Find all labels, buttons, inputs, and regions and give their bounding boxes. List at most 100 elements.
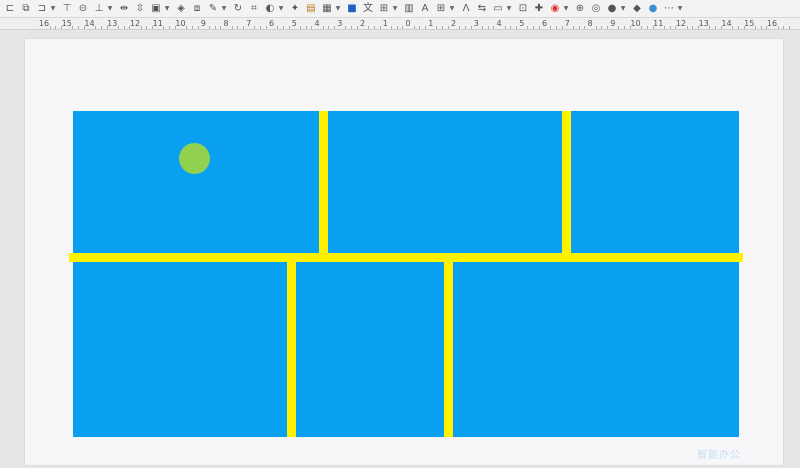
- theme-icon[interactable]: ◎: [589, 2, 603, 16]
- ruler-tick: [447, 26, 449, 29]
- ruler-tick: [95, 26, 97, 29]
- ruler-tick: [379, 26, 381, 29]
- ruler-tick: [601, 26, 603, 29]
- ruler-label: 11: [152, 19, 163, 28]
- wordart-icon[interactable]: A: [418, 2, 432, 16]
- animation-icon[interactable]: ✚: [532, 2, 546, 16]
- circle-icon[interactable]: ●: [646, 2, 660, 16]
- table-icon[interactable]: ⊞: [434, 2, 448, 16]
- crop-icon[interactable]: ⌗: [247, 2, 261, 16]
- ruler-tick: [737, 26, 739, 29]
- chart-icon[interactable]: ▥: [402, 2, 416, 16]
- vertical-divider-line-bottom-1[interactable]: [287, 257, 296, 437]
- copy-icon[interactable]: ⧉: [19, 2, 33, 16]
- align-middle-icon[interactable]: ⊝: [76, 2, 90, 16]
- ruler-label: 12: [129, 19, 141, 28]
- dropdown-arrow-icon[interactable]: ▼: [50, 2, 56, 16]
- distribute-h-icon[interactable]: ⇹: [117, 2, 131, 16]
- ruler-tick: [504, 26, 506, 29]
- slide-canvas[interactable]: 智能办公: [24, 38, 784, 466]
- align-left-icon[interactable]: ⊏: [3, 2, 17, 16]
- ruler-tick: [578, 26, 580, 29]
- ruler-tick: [305, 26, 307, 29]
- vertical-divider-line-bottom-2[interactable]: [444, 257, 453, 437]
- spacing-icon[interactable]: Ʌ: [459, 2, 473, 16]
- ruler-tick: [777, 26, 779, 29]
- dropdown-arrow-icon[interactable]: ▼: [449, 2, 455, 16]
- ruler-tick: [191, 26, 193, 29]
- ruler-tick: [237, 26, 239, 29]
- dropdown-arrow-icon[interactable]: ▼: [278, 2, 284, 16]
- distribute-v-icon[interactable]: ⇳: [133, 2, 147, 16]
- ruler-tick: [277, 26, 279, 29]
- vertical-divider-line-top-1[interactable]: [319, 111, 328, 257]
- ruler-tick: [561, 26, 563, 29]
- ruler-tick: [390, 26, 392, 29]
- vertical-divider-line-top-2[interactable]: [562, 111, 571, 257]
- effects-icon[interactable]: ✦: [288, 2, 302, 16]
- ruler-tick: [368, 26, 370, 29]
- shape-fill-icon[interactable]: ◈: [174, 2, 188, 16]
- dropdown-arrow-icon[interactable]: ▼: [392, 2, 398, 16]
- picture-icon[interactable]: ▦: [320, 2, 334, 16]
- dropdown-arrow-icon[interactable]: ▼: [335, 2, 341, 16]
- text-icon[interactable]: 文: [361, 2, 375, 16]
- ruler-tick: [254, 26, 256, 29]
- align-top-icon[interactable]: ⊤: [60, 2, 74, 16]
- image-icon[interactable]: ▤: [304, 2, 318, 16]
- more-icon[interactable]: ⋯: [662, 2, 676, 16]
- dropdown-arrow-icon[interactable]: ▼: [506, 2, 512, 16]
- dropdown-arrow-icon[interactable]: ▼: [164, 2, 170, 16]
- ruler-label: 13: [107, 19, 118, 28]
- ruler-label: 1: [382, 19, 388, 28]
- eyedropper-icon[interactable]: ✎: [206, 2, 220, 16]
- ruler-label: 10: [175, 19, 186, 28]
- blue-panel-shape[interactable]: [69, 111, 743, 437]
- record-icon[interactable]: ◉: [548, 2, 562, 16]
- ruler-tick: [481, 26, 483, 29]
- arrange-icon[interactable]: ⧈: [190, 2, 204, 16]
- ruler-label: 15: [744, 19, 755, 28]
- dropdown-arrow-icon[interactable]: ▼: [563, 2, 569, 16]
- horizontal-ruler[interactable]: 16 15 14 13 12 11 10 9 8 7 6 5 4 3 2 1 0 1 2 3 4 5 6 7 8 9 10 11 12 1…: [0, 18, 800, 30]
- transition-icon[interactable]: ⊡: [516, 2, 530, 16]
- green-circle-shape[interactable]: [179, 143, 210, 174]
- ruler-label: 3: [473, 19, 479, 28]
- group-icon[interactable]: ▣: [149, 2, 163, 16]
- ruler-tick: [442, 26, 444, 29]
- ruler-label: 16: [38, 19, 50, 28]
- ruler-tick: [55, 26, 57, 29]
- ruler-tick: [572, 26, 574, 29]
- ruler-tick: [692, 26, 694, 29]
- dropdown-arrow-icon[interactable]: ▼: [620, 2, 626, 16]
- dropdown-arrow-icon[interactable]: ▼: [677, 2, 683, 16]
- ruler-tick: [555, 26, 557, 29]
- textbox-icon[interactable]: ⊞: [377, 2, 391, 16]
- ruler-tick: [288, 26, 290, 29]
- ruler-tick: [282, 26, 284, 29]
- link-icon[interactable]: ⇆: [475, 2, 489, 16]
- ruler-label: 1: [428, 19, 434, 28]
- dropdown-arrow-icon[interactable]: ▼: [221, 2, 227, 16]
- ruler-tick: [311, 26, 313, 29]
- smartart-icon[interactable]: ⊕: [573, 2, 587, 16]
- ruler-tick: [396, 26, 398, 29]
- shadow-icon[interactable]: ◐: [263, 2, 277, 16]
- align-right-icon[interactable]: ⊐: [35, 2, 49, 16]
- ruler-label: 2: [450, 19, 457, 28]
- ruler-label: 15: [61, 19, 72, 28]
- fill-color-icon[interactable]: ■: [345, 2, 359, 16]
- horizontal-divider-line[interactable]: [69, 253, 743, 262]
- ruler-tick: [123, 26, 125, 29]
- ruler-tick: [146, 26, 148, 29]
- color-palette-icon[interactable]: ●: [605, 2, 619, 16]
- ruler-label: 4: [314, 19, 320, 28]
- dropdown-arrow-icon[interactable]: ▼: [107, 2, 113, 16]
- layout-icon[interactable]: ▭: [491, 2, 505, 16]
- ruler-tick: [328, 26, 330, 29]
- ruler-tick: [686, 26, 688, 29]
- ruler-tick: [345, 26, 347, 29]
- align-bottom-icon[interactable]: ⊥: [92, 2, 106, 16]
- rotate-icon[interactable]: ↻: [231, 2, 245, 16]
- shape-icon[interactable]: ◆: [630, 2, 644, 16]
